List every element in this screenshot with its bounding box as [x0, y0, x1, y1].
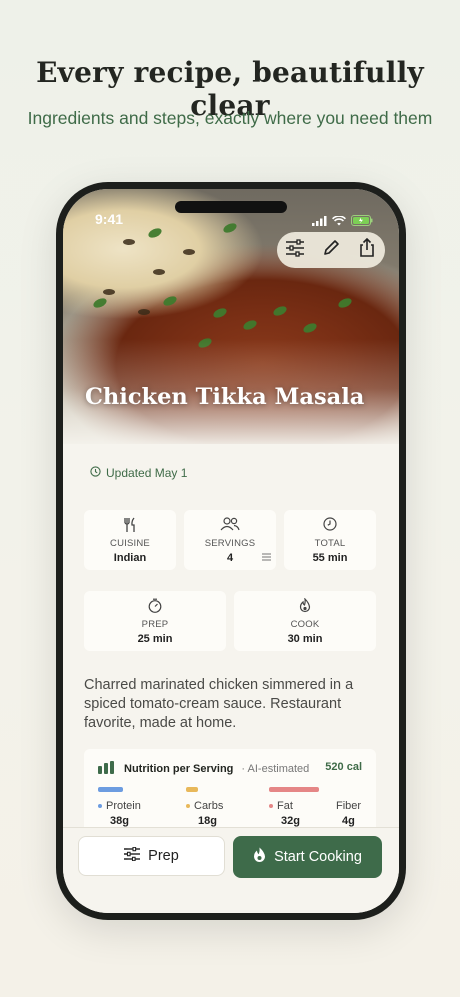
share-icon	[358, 237, 376, 263]
flame-icon	[253, 847, 266, 867]
total-value: 55 min	[312, 552, 348, 564]
adjust-servings-icon[interactable]	[262, 548, 271, 566]
edit-button[interactable]	[316, 235, 346, 265]
fork-knife-icon	[123, 517, 137, 538]
macro-carbs: Carbs 18g	[186, 787, 246, 827]
status-time: 9:41	[95, 211, 124, 227]
prep-time-card: PREP 25 min	[84, 591, 226, 651]
carbs-bar	[186, 787, 198, 792]
sliders-icon	[285, 238, 305, 262]
fat-label: Fat	[277, 800, 293, 812]
nutrition-card[interactable]: Nutrition per Serving · AI-estimated 520…	[84, 749, 376, 837]
updated-text: Updated May 1	[106, 466, 188, 480]
total-time-card: TOTAL 55 min	[284, 510, 376, 570]
marketing-subheadline: Ingredients and steps, exactly where you…	[27, 108, 433, 128]
recipe-description: Charred marinated chicken simmered in a …	[84, 677, 354, 731]
protein-label: Protein	[106, 800, 141, 812]
bottom-action-bar: Prep Start Cooking	[63, 827, 399, 913]
clock-icon	[323, 517, 337, 536]
fiber-label: Fiber	[336, 800, 362, 812]
recipe-title: Chicken Tikka Masala	[85, 384, 365, 410]
servings-card[interactable]: SERVINGS 4	[184, 510, 276, 570]
share-button[interactable]	[352, 235, 382, 265]
pencil-icon	[322, 239, 340, 262]
total-label: TOTAL	[314, 538, 346, 549]
sliders-icon	[124, 846, 141, 865]
start-cooking-button[interactable]: Start Cooking	[233, 836, 382, 878]
carbs-value: 18g	[198, 815, 217, 827]
cook-time-card: COOK 30 min	[234, 591, 376, 651]
calories-value: 520 cal	[325, 761, 362, 773]
phone-frame: 9:41 Chicken Tikka Masala Updated May 1 …	[56, 182, 406, 920]
fat-value: 32g	[281, 815, 300, 827]
people-icon	[220, 517, 240, 536]
ai-estimated-note: · AI-estimated	[241, 763, 310, 775]
macro-fat: Fat 32g	[269, 787, 329, 827]
wifi-icon	[332, 213, 346, 231]
protein-value: 38g	[110, 815, 129, 827]
flame-icon	[299, 597, 311, 618]
bar-chart-icon	[98, 761, 116, 777]
start-cooking-label: Start Cooking	[274, 849, 362, 865]
timer-icon	[148, 598, 162, 618]
prep-button-label: Prep	[148, 848, 179, 864]
fiber-bar	[336, 787, 346, 792]
nutrition-title: Nutrition per Serving	[124, 763, 234, 775]
adjust-button[interactable]	[280, 235, 310, 265]
cook-label: COOK	[290, 619, 320, 630]
fat-bar	[269, 787, 319, 792]
cuisine-label: CUISINE	[110, 538, 150, 549]
signal-icon	[312, 213, 327, 231]
macro-protein: Protein 38g	[98, 787, 158, 827]
prep-label: PREP	[141, 619, 169, 630]
battery-icon	[351, 213, 373, 231]
fiber-value: 4g	[342, 815, 355, 827]
prep-value: 25 min	[137, 633, 173, 645]
prep-button[interactable]: Prep	[78, 836, 225, 876]
protein-bar	[98, 787, 123, 792]
cook-value: 30 min	[287, 633, 323, 645]
updated-date: Updated May 1	[90, 466, 187, 480]
status-bar: 9:41	[63, 207, 399, 227]
phone-screen: 9:41 Chicken Tikka Masala Updated May 1 …	[63, 189, 399, 913]
clock-icon	[90, 466, 101, 480]
macro-fiber: Fiber 4g	[336, 787, 396, 827]
cuisine-value: Indian	[113, 552, 147, 564]
recipe-toolbar	[277, 232, 385, 268]
cuisine-card: CUISINE Indian	[84, 510, 176, 570]
carbs-label: Carbs	[194, 800, 224, 812]
